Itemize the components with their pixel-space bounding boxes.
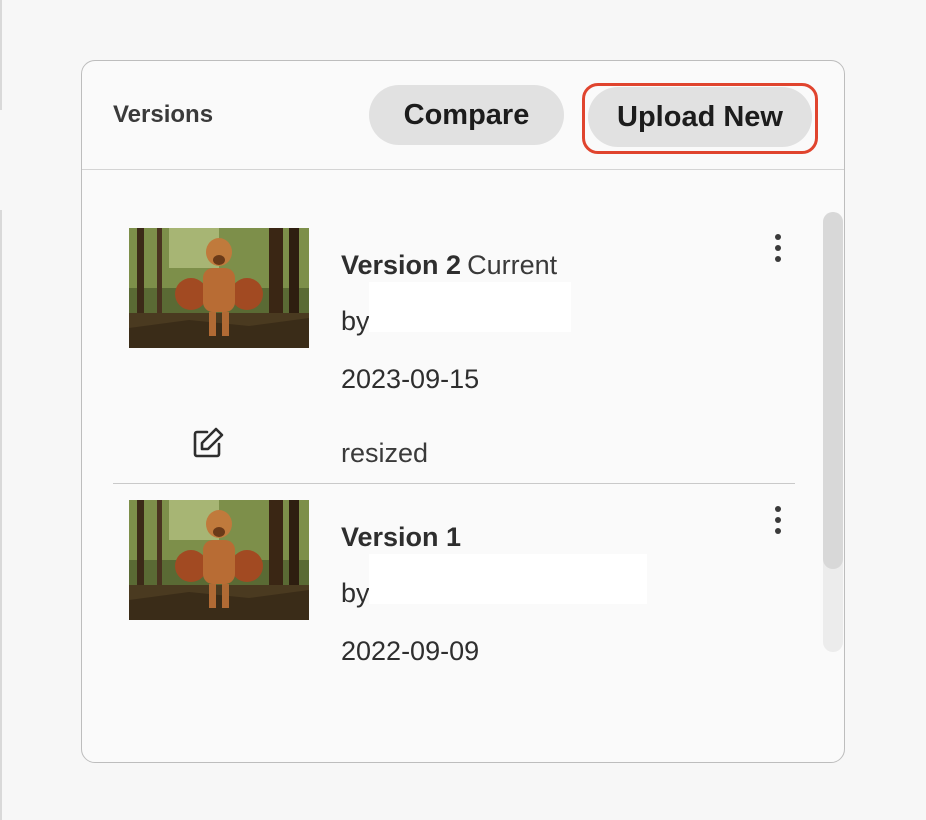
version-status-label: Current xyxy=(467,250,558,280)
scrollbar-thumb[interactable] xyxy=(823,212,843,569)
version-title: Version 1 xyxy=(341,522,461,553)
version-comment: resized xyxy=(341,438,429,468)
version-item[interactable]: Version 1 by 2022-09-09 xyxy=(113,492,795,666)
compare-button[interactable]: Compare xyxy=(369,85,564,145)
version-item[interactable]: Version 2 Current by 2023-09-15 resized xyxy=(113,220,795,484)
upload-new-button[interactable]: Upload New xyxy=(588,87,812,147)
version-name: Version 2 xyxy=(341,250,462,280)
edit-icon[interactable] xyxy=(191,426,225,460)
versions-list[interactable]: Version 2Current by 2023-09-15 resized xyxy=(82,170,844,760)
version-date: 2022-09-09 xyxy=(341,636,480,666)
versions-panel: Versions Compare Upload New Version 2 Cu… xyxy=(81,60,845,763)
left-edge-divider xyxy=(0,0,2,110)
more-vertical-icon[interactable] xyxy=(763,228,793,268)
version-name: Version 1 xyxy=(341,522,462,552)
version-date: 2023-09-15 xyxy=(341,364,480,394)
version-thumbnail[interactable] xyxy=(129,228,309,348)
version-author-label: by xyxy=(341,578,370,608)
redacted-author-name xyxy=(369,282,571,332)
left-edge-divider xyxy=(0,210,2,820)
redacted-author-name xyxy=(369,554,647,604)
version-author-label: by xyxy=(341,306,370,336)
more-vertical-icon[interactable] xyxy=(763,500,793,540)
version-thumbnail[interactable] xyxy=(129,500,309,620)
versions-panel-header: Versions Compare Upload New xyxy=(82,61,844,170)
panel-title: Versions xyxy=(113,101,214,128)
dog-hiking-photo-icon xyxy=(129,500,309,620)
dog-hiking-photo-icon xyxy=(129,228,309,348)
version-title: Version 2 Current xyxy=(341,250,557,281)
